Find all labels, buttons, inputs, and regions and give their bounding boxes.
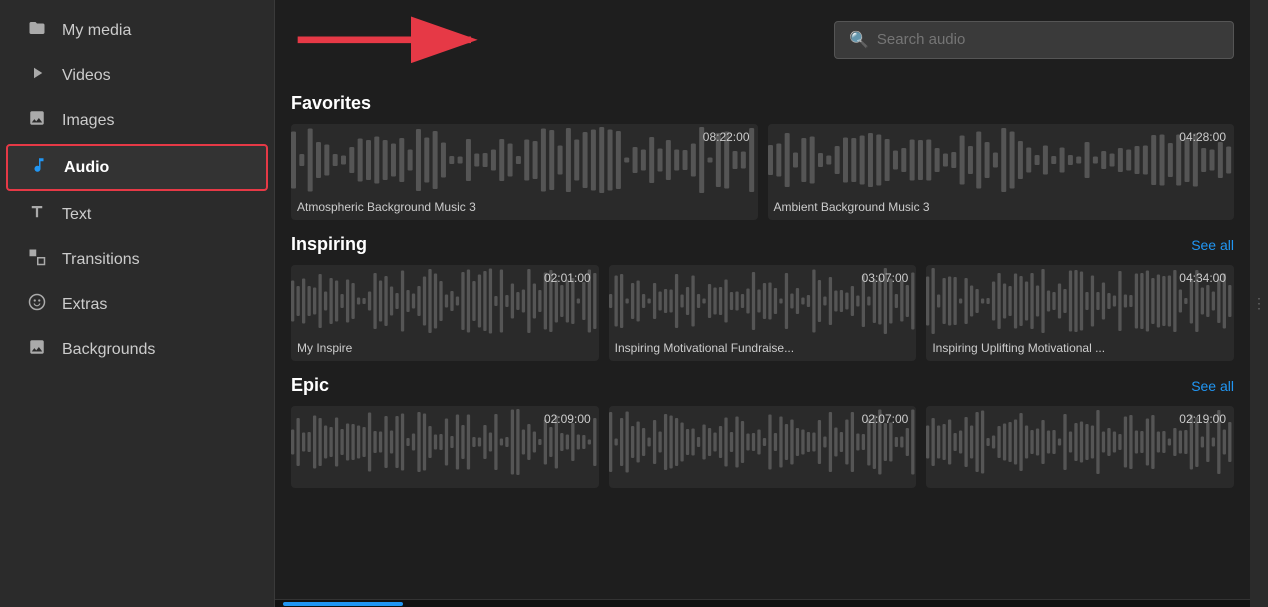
extras-label: Extras xyxy=(62,296,107,314)
images-label: Images xyxy=(62,112,114,130)
audio-card-favorites-1[interactable]: 04:28:00 Ambient Background Music 3 xyxy=(768,124,1235,220)
videos-icon xyxy=(26,64,48,87)
search-bar[interactable]: 🔍 xyxy=(834,21,1234,59)
audio-card-label-epic-1 xyxy=(609,478,917,488)
duration-badge-favorites-1: 04:28:00 xyxy=(1179,130,1226,144)
sidebar: My media Videos Images Audio Text Transitions… xyxy=(0,0,275,607)
audio-card-inspiring-2[interactable]: 04:34:00 Inspiring Uplifting Motivational… xyxy=(926,265,1234,361)
section-inspiring: Inspiring See all 02:01:00 My Inspire 03:07:… xyxy=(291,234,1234,361)
search-audio-input[interactable] xyxy=(877,31,1219,48)
audio-content[interactable]: Favorites 08:22:00 Atmospheric Background … xyxy=(275,79,1250,599)
duration-badge-inspiring-0: 02:01:00 xyxy=(544,271,591,285)
section-title-inspiring: Inspiring xyxy=(291,234,367,255)
audio-label: Audio xyxy=(64,159,109,177)
sidebar-item-audio[interactable]: Audio xyxy=(6,144,268,191)
extras-icon xyxy=(26,293,48,316)
videos-label: Videos xyxy=(62,67,111,85)
see-all-epic[interactable]: See all xyxy=(1191,378,1234,394)
my-media-icon xyxy=(26,19,48,42)
sidebar-item-text[interactable]: Text xyxy=(6,193,268,236)
audio-card-label-inspiring-1: Inspiring Motivational Fundraise... xyxy=(609,337,917,361)
audio-card-epic-0[interactable]: 02:09:00 xyxy=(291,406,599,488)
content-header: 🔍 xyxy=(275,0,1250,79)
section-header-inspiring: Inspiring See all xyxy=(291,234,1234,255)
audio-icon xyxy=(28,156,50,179)
collapse-icon: ⋮ xyxy=(1252,295,1266,312)
section-header-epic: Epic See all xyxy=(291,375,1234,396)
audio-card-label-favorites-1: Ambient Background Music 3 xyxy=(768,196,1235,220)
audio-card-label-epic-2 xyxy=(926,478,1234,488)
collapse-handle[interactable]: ⋮ xyxy=(1250,0,1268,607)
sidebar-item-backgrounds[interactable]: Backgrounds xyxy=(6,328,268,371)
waveform-favorites-0 xyxy=(291,124,758,196)
duration-badge-epic-1: 02:07:00 xyxy=(862,412,909,426)
timeline-progress-bar xyxy=(283,602,403,606)
app-container: My media Videos Images Audio Text Transitions… xyxy=(0,0,1268,607)
duration-badge-inspiring-2: 04:34:00 xyxy=(1179,271,1226,285)
duration-badge-epic-2: 02:19:00 xyxy=(1179,412,1226,426)
audio-card-epic-1[interactable]: 02:07:00 xyxy=(609,406,917,488)
audio-card-label-epic-0 xyxy=(291,478,599,488)
images-icon xyxy=(26,109,48,132)
audio-card-label-inspiring-0: My Inspire xyxy=(291,337,599,361)
backgrounds-icon xyxy=(26,338,48,361)
section-title-epic: Epic xyxy=(291,375,329,396)
audio-card-epic-2[interactable]: 02:19:00 xyxy=(926,406,1234,488)
audio-card-inspiring-0[interactable]: 02:01:00 My Inspire xyxy=(291,265,599,361)
text-icon xyxy=(26,203,48,226)
transitions-label: Transitions xyxy=(62,251,140,269)
text-label: Text xyxy=(62,206,91,224)
audio-card-label-favorites-0: Atmospheric Background Music 3 xyxy=(291,196,758,220)
duration-badge-inspiring-1: 03:07:00 xyxy=(862,271,909,285)
audio-grid-inspiring: 02:01:00 My Inspire 03:07:00 Inspiring Moti… xyxy=(291,265,1234,361)
search-icon: 🔍 xyxy=(849,30,869,50)
audio-card-favorites-0[interactable]: 08:22:00 Atmospheric Background Music 3 xyxy=(291,124,758,220)
sidebar-item-images[interactable]: Images xyxy=(6,99,268,142)
audio-card-label-inspiring-2: Inspiring Uplifting Motivational ... xyxy=(926,337,1234,361)
backgrounds-label: Backgrounds xyxy=(62,341,155,359)
sidebar-item-videos[interactable]: Videos xyxy=(6,54,268,97)
waveform-favorites-1 xyxy=(768,124,1235,196)
section-header-favorites: Favorites xyxy=(291,93,1234,114)
duration-badge-epic-0: 02:09:00 xyxy=(544,412,591,426)
audio-card-inspiring-1[interactable]: 03:07:00 Inspiring Motivational Fundraise… xyxy=(609,265,917,361)
bottom-timeline xyxy=(275,599,1250,607)
sidebar-item-extras[interactable]: Extras xyxy=(6,283,268,326)
section-title-favorites: Favorites xyxy=(291,93,371,114)
audio-grid-favorites: 08:22:00 Atmospheric Background Music 3 04… xyxy=(291,124,1234,220)
see-all-inspiring[interactable]: See all xyxy=(1191,237,1234,253)
duration-badge-favorites-0: 08:22:00 xyxy=(703,130,750,144)
audio-grid-epic: 02:09:00 02:07:00 02:19:00 xyxy=(291,406,1234,488)
my-media-label: My media xyxy=(62,22,131,40)
transitions-icon xyxy=(26,248,48,271)
section-favorites: Favorites 08:22:00 Atmospheric Background … xyxy=(291,93,1234,220)
main-content: 🔍 Favorites 08:22:00 Atmospheric Backgroun… xyxy=(275,0,1250,607)
sidebar-item-transitions[interactable]: Transitions xyxy=(6,238,268,281)
section-epic: Epic See all 02:09:00 02:07:00 02:19:00 xyxy=(291,375,1234,488)
red-arrow-annotation xyxy=(291,12,491,67)
sidebar-item-my-media[interactable]: My media xyxy=(6,9,268,52)
